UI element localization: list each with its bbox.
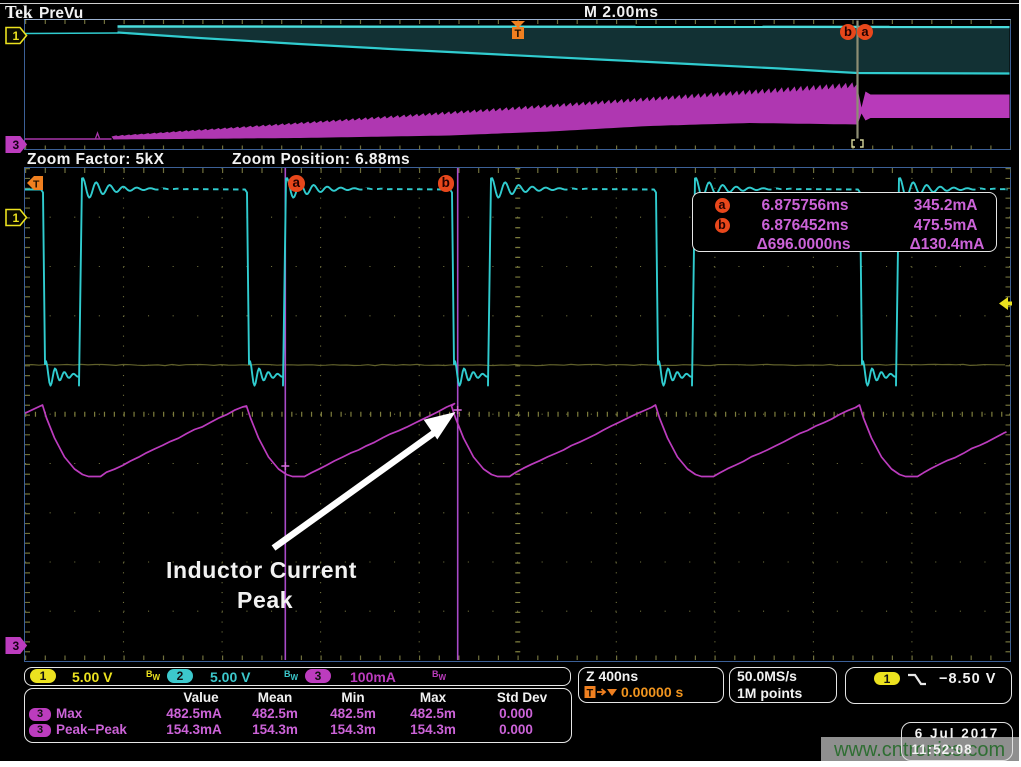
svg-text:1: 1 — [13, 29, 20, 43]
svg-text:T: T — [587, 688, 594, 700]
svg-text:1: 1 — [13, 211, 20, 225]
svg-text:3: 3 — [13, 138, 20, 152]
svg-text:T: T — [515, 28, 522, 40]
svg-text:T: T — [33, 179, 40, 191]
svg-text:3: 3 — [13, 639, 20, 653]
